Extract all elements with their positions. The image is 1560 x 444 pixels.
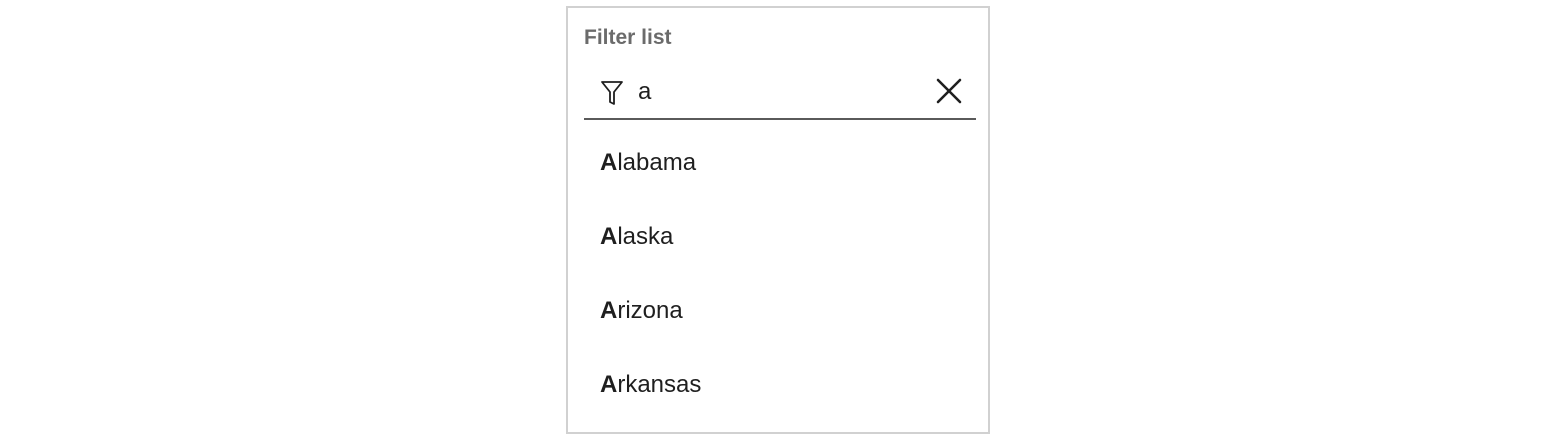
filter-list-panel: Filter list Alabama Alaska Arizona Arkan… bbox=[566, 6, 990, 434]
list-item-label: rizona bbox=[617, 297, 683, 324]
list-item-label: laska bbox=[617, 223, 674, 250]
close-icon[interactable] bbox=[935, 77, 963, 105]
list-item-alabama[interactable]: Alabama bbox=[568, 126, 988, 200]
list-item-label: labama bbox=[617, 149, 697, 176]
filter-input[interactable] bbox=[638, 76, 928, 108]
funnel-icon bbox=[601, 81, 623, 105]
list-item-arkansas[interactable]: Arkansas bbox=[568, 348, 988, 422]
match-highlight: A bbox=[600, 223, 618, 250]
match-highlight: A bbox=[600, 149, 618, 176]
match-highlight: A bbox=[600, 297, 618, 324]
list-item-alaska[interactable]: Alaska bbox=[568, 200, 988, 274]
list-item-arizona[interactable]: Arizona bbox=[568, 274, 988, 348]
filter-label: Filter list bbox=[584, 26, 672, 49]
list-item-label: rkansas bbox=[617, 371, 702, 398]
filter-field[interactable] bbox=[584, 64, 976, 120]
match-highlight: A bbox=[600, 371, 618, 398]
filter-results-list: Alabama Alaska Arizona Arkansas bbox=[568, 126, 988, 422]
